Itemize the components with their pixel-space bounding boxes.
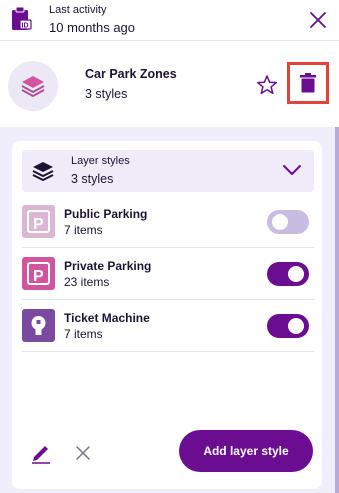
- clipboard-id-icon: ID: [10, 6, 32, 32]
- layer-name: Car Park Zones: [85, 67, 177, 81]
- layer-details-panel: ID Last activity 10 months ago Car Park …: [0, 0, 339, 493]
- style-row-public-parking: P Public Parking 7 items: [22, 196, 314, 248]
- toggle-knob: [272, 214, 288, 230]
- style-name: Public Parking: [64, 207, 148, 221]
- toggle-knob: [288, 266, 304, 282]
- scrollbar[interactable]: [335, 127, 339, 493]
- parking-p-icon: P: [22, 205, 55, 238]
- layer-styles-section: Layer styles 3 styles P Public Parking 7…: [0, 127, 339, 493]
- style-item-count: 7 items: [64, 223, 103, 237]
- style-name: Ticket Machine: [64, 311, 150, 325]
- layer-avatar: [8, 61, 58, 111]
- style-item-count: 7 items: [64, 327, 103, 341]
- trash-icon: [300, 73, 316, 93]
- close-icon: [76, 446, 90, 460]
- layer-style-count: 3 styles: [85, 87, 128, 101]
- layer-styles-dropdown[interactable]: Layer styles 3 styles: [22, 150, 314, 192]
- parking-p-icon: P: [22, 257, 55, 290]
- toggle-knob: [288, 318, 304, 334]
- card-footer: Add layer style: [22, 427, 314, 477]
- layer-styles-title: Layer styles: [71, 155, 130, 167]
- favorite-button[interactable]: [256, 74, 278, 96]
- delete-layer-button[interactable]: [287, 62, 329, 104]
- style-visibility-toggle[interactable]: [267, 262, 309, 286]
- layers-icon: [21, 76, 45, 98]
- svg-text:P: P: [33, 268, 44, 285]
- last-activity-label: Last activity: [49, 4, 107, 16]
- svg-text:P: P: [33, 216, 44, 233]
- cancel-button[interactable]: [74, 444, 92, 467]
- close-panel-button[interactable]: [307, 9, 329, 31]
- style-visibility-toggle[interactable]: [267, 314, 309, 338]
- chevron-down-icon: [282, 163, 302, 182]
- edit-button[interactable]: [30, 442, 52, 469]
- activity-header: ID Last activity 10 months ago: [0, 0, 339, 41]
- ticket-machine-icon: [22, 309, 55, 342]
- svg-text:ID: ID: [22, 23, 29, 30]
- style-item-count: 23 items: [64, 275, 110, 289]
- layer-styles-count: 3 styles: [71, 172, 114, 186]
- add-layer-style-button[interactable]: Add layer style: [179, 430, 313, 472]
- close-icon: [310, 12, 326, 28]
- style-row-private-parking: P Private Parking 23 items: [22, 248, 314, 300]
- star-outline-icon: [256, 75, 278, 95]
- style-visibility-toggle[interactable]: [267, 210, 309, 234]
- pencil-icon: [32, 446, 50, 464]
- layer-styles-card: Layer styles 3 styles P Public Parking 7…: [12, 141, 322, 489]
- last-activity-value: 10 months ago: [49, 20, 136, 35]
- layer-summary: Car Park Zones 3 styles: [0, 41, 339, 127]
- layers-stack-icon: [32, 161, 54, 186]
- style-row-ticket-machine: Ticket Machine 7 items: [22, 300, 314, 352]
- style-name: Private Parking: [64, 259, 152, 273]
